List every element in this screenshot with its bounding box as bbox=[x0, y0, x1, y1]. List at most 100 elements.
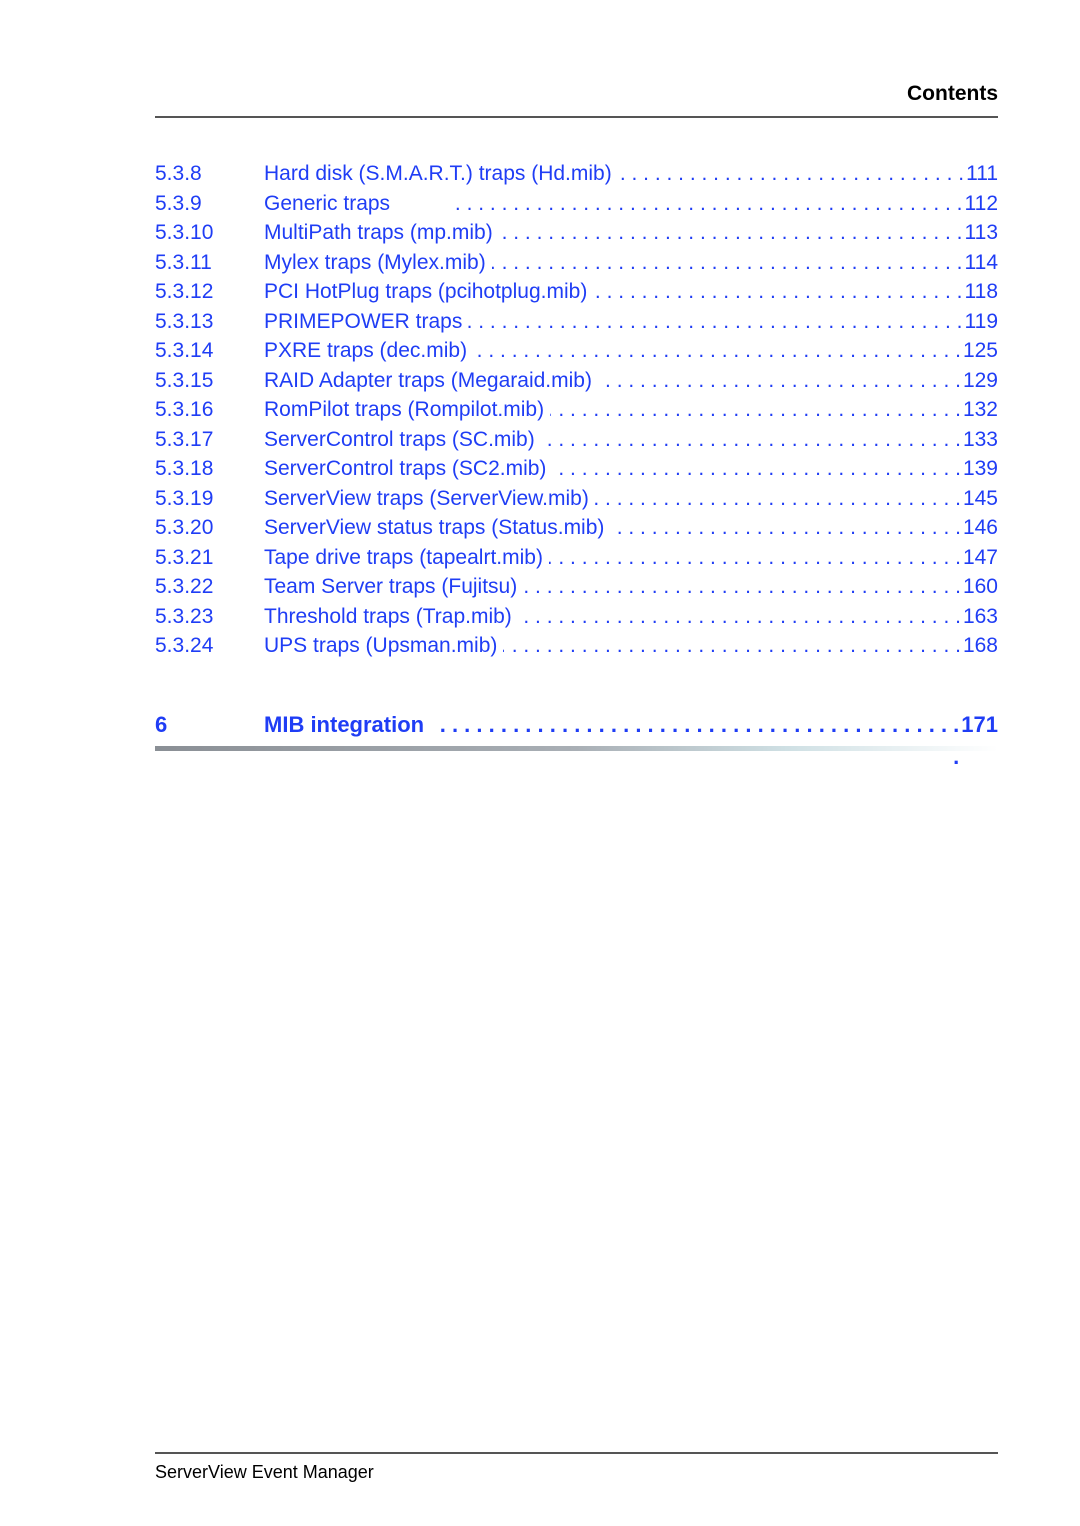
toc-entry-title[interactable]: Mylex traps (Mylex.mib) bbox=[264, 247, 492, 277]
toc-entry[interactable]: 5.3.24 UPS traps (Upsman.mib). . . . . . … bbox=[155, 631, 998, 661]
toc-entry-page[interactable]: 146 bbox=[961, 513, 998, 543]
toc-leader-dots: . . . . . . . . . . . . . . . . . . . . … bbox=[552, 454, 961, 484]
toc-entry-number: 5.3.17 bbox=[155, 427, 214, 451]
toc-leader-text: . . . . . . . . . . . . . . . . . . . . … bbox=[552, 457, 961, 480]
toc-entry-number: 5.3.18 bbox=[155, 457, 214, 480]
toc-entry[interactable]: 5.3.18 ServerControl traps (SC2.mib). . .… bbox=[155, 454, 998, 484]
toc-entry-number: 5.3.10 bbox=[155, 221, 214, 244]
toc-entry-page[interactable]: 147 bbox=[961, 543, 998, 573]
toc-leader-text: . . . . . . . . . . . . . . . . . . . . … bbox=[618, 162, 965, 185]
toc-entry-number: 5.3.23 bbox=[155, 604, 214, 628]
toc-leader-text: . . . . . . . . . . . . . . . . . . . . … bbox=[598, 368, 961, 392]
toc-entry[interactable]: 5.3.16 RomPilot traps (Rompilot.mib). . .… bbox=[155, 395, 998, 425]
toc-chapter-entry[interactable]: 6 MIB integration . . . . . . . . . . . … bbox=[155, 709, 998, 773]
toc-entry-title[interactable]: PCI HotPlug traps (pcihotplug.mib) bbox=[264, 277, 594, 307]
toc-entry-page[interactable]: 119 bbox=[963, 307, 998, 337]
page-header-title: Contents bbox=[907, 82, 998, 105]
toc-entry-title[interactable]: Generic traps bbox=[264, 188, 397, 218]
toc-entry[interactable]: 5.3.8 Hard disk (S.M.A.R.T.) traps (Hd.mi… bbox=[155, 159, 998, 189]
toc-entry[interactable]: 5.3.20 ServerView status traps (Status.mi… bbox=[155, 513, 998, 543]
toc-entry-title[interactable]: UPS traps (Upsman.mib) bbox=[264, 631, 504, 661]
header-divider bbox=[155, 116, 998, 118]
toc-entry[interactable]: 5.3.10 MultiPath traps (mp.mib). . . . . … bbox=[155, 218, 998, 248]
toc-entry[interactable]: 5.3.15 RAID Adapter traps (Megaraid.mib).… bbox=[155, 365, 998, 396]
toc-entry-page[interactable]: 112 bbox=[963, 189, 998, 219]
toc-entry-title[interactable]: Hard disk (S.M.A.R.T.) traps (Hd.mib) bbox=[264, 159, 618, 189]
toc-entry-page[interactable]: 125 bbox=[961, 336, 998, 366]
toc-leader-text: . . . . . . . . . . . . . . . . . . . . … bbox=[498, 221, 963, 244]
toc-entry-page[interactable]: 114 bbox=[963, 248, 998, 278]
toc-entry-title[interactable]: ServerView status traps (Status.mib) bbox=[264, 513, 611, 543]
toc-entry-number: 5.3.9 bbox=[155, 191, 202, 215]
toc-entry-page[interactable]: 168 bbox=[961, 631, 998, 661]
toc-entry[interactable]: 5.3.19 ServerView traps (ServerView.mib).… bbox=[155, 483, 998, 514]
toc-entry-title[interactable]: RomPilot traps (Rompilot.mib) bbox=[264, 395, 551, 425]
toc-entry[interactable]: 5.3.23 Threshold traps (Trap.mib). . . . … bbox=[155, 601, 998, 632]
toc-entry-title[interactable]: ServerControl traps (SC.mib) bbox=[264, 424, 541, 454]
toc-entry-number: 5.3.15 bbox=[155, 368, 214, 392]
toc-entry-title[interactable]: PXRE traps (dec.mib) bbox=[264, 336, 474, 366]
toc-leader-text: . . . . . . . . . . . . . . . . . . . . … bbox=[550, 398, 961, 421]
toc-leader-text: . . . . . . . . . . . . . . . . . . . . … bbox=[503, 634, 961, 657]
toc-entry-number: 5.3.12 bbox=[155, 280, 214, 303]
toc-entry-title[interactable]: ServerControl traps (SC2.mib) bbox=[264, 454, 553, 484]
toc-entry-page[interactable]: 118 bbox=[963, 277, 998, 307]
toc-entry[interactable]: 5.3.9 Generic traps . . . . . . . . . . . … bbox=[155, 188, 998, 219]
toc-leader-dots: . . . . . . . . . . . . . . . . . . . . … bbox=[550, 395, 961, 425]
toc-entry-title[interactable]: MultiPath traps (mp.mib) bbox=[264, 218, 499, 248]
toc-entry-number: 5.3.8 bbox=[155, 162, 202, 185]
toc-entry-title[interactable]: Team Server traps (Fujitsu) bbox=[264, 572, 524, 602]
toc-entry-title[interactable]: ServerView traps (ServerView.mib) bbox=[264, 483, 595, 513]
toc-entry-number: 5.3.21 bbox=[155, 545, 214, 569]
toc-entry[interactable]: 5.3.22 Team Server traps (Fujitsu). . . .… bbox=[155, 572, 998, 602]
toc-leader-text: . . . . . . . . . . . . . . . . . . . . … bbox=[610, 516, 961, 539]
toc-leader-text: . . . . . . . . . . . . . . . . . . . . … bbox=[595, 486, 961, 510]
toc-leader-dots: . . . . . . . . . . . . . . . . . . . . … bbox=[430, 709, 960, 773]
toc-leader-dots: . . . . . . . . . . . . . . . . . . . . … bbox=[473, 336, 961, 366]
toc-leader-dots: . . . . . . . . . . . . . . . . . . . . … bbox=[503, 631, 961, 661]
toc-entry-title[interactable]: RAID Adapter traps (Megaraid.mib) bbox=[264, 365, 598, 395]
toc-entry-number: 5.3.19 bbox=[155, 486, 214, 510]
toc-leader-dots: . . . . . . . . . . . . . . . . . . . . … bbox=[396, 189, 963, 219]
toc-leader-dots: . . . . . . . . . . . . . . . . . . . . … bbox=[610, 513, 961, 543]
toc-leader-dots: . . . . . . . . . . . . . . . . . . . . … bbox=[499, 218, 963, 248]
toc-leader-dots: . . . . . . . . . . . . . . . . . . . . … bbox=[492, 248, 963, 278]
toc-entry[interactable]: 5.3.21 Tape drive traps (tapealrt.mib). .… bbox=[155, 542, 998, 573]
toc-leader-dots: . . . . . . . . . . . . . . . . . . . . … bbox=[518, 602, 961, 632]
toc-leader-text: . . . . . . . . . . . . . . . . . . . . … bbox=[541, 427, 961, 451]
footer-text: ServerView Event Manager bbox=[155, 1462, 374, 1482]
chapter-divider bbox=[155, 746, 998, 751]
toc-leader-text: . . . . . . . . . . . . . . . . . . . . … bbox=[593, 280, 963, 303]
toc-entry-number: 5.3.20 bbox=[155, 516, 214, 539]
toc-entry[interactable]: 5.3.13 PRIMEPOWER traps. . . . . . . . . … bbox=[155, 306, 998, 337]
toc-entry[interactable]: 5.3.14 PXRE traps (dec.mib). . . . . . . … bbox=[155, 336, 998, 366]
toc-chapter-title[interactable]: MIB integration bbox=[264, 709, 431, 773]
toc-leader-text: . . . . . . . . . . . . . . . . . . . . … bbox=[523, 575, 961, 598]
toc-leader-dots: . . . . . . . . . . . . . . . . . . . . … bbox=[618, 159, 964, 189]
toc-entry-page[interactable]: 145 bbox=[961, 484, 998, 514]
toc-entry-page[interactable]: 139 bbox=[961, 454, 998, 484]
toc-leader-text: . . . . . . . . . . . . . . . . . . . . … bbox=[518, 604, 961, 628]
toc-entry-number: 5.3.22 bbox=[155, 575, 214, 598]
toc-leader-text: . . . . . . . . . . . . . . . . . . . . … bbox=[549, 545, 961, 569]
toc-entry-page[interactable]: 113 bbox=[963, 218, 998, 248]
toc-chapter-page[interactable]: 171 bbox=[959, 709, 998, 773]
toc-entry[interactable]: 5.3.11 Mylex traps (Mylex.mib). . . . . .… bbox=[155, 247, 998, 278]
toc-entry-page[interactable]: 133 bbox=[961, 425, 998, 455]
toc-entry-title[interactable]: Tape drive traps (tapealrt.mib) bbox=[264, 542, 549, 572]
toc-entry-title[interactable]: Threshold traps (Trap.mib) bbox=[264, 601, 518, 631]
toc-entry-page[interactable]: 129 bbox=[961, 366, 998, 396]
toc-entry-title[interactable]: PRIMEPOWER traps bbox=[264, 306, 469, 336]
toc-entry-page[interactable]: 160 bbox=[961, 572, 998, 602]
toc-entry-page[interactable]: 111 bbox=[964, 159, 998, 189]
toc-leader-text: . . . . . . . . . . . . . . . . . . . . … bbox=[454, 191, 963, 215]
toc-entry-number: 5.3.24 bbox=[155, 634, 214, 657]
toc-entry-page[interactable]: 163 bbox=[961, 602, 998, 632]
toc-entry[interactable]: 5.3.12 PCI HotPlug traps (pcihotplug.mib)… bbox=[155, 277, 998, 307]
toc-leader-dots: . . . . . . . . . . . . . . . . . . . . … bbox=[541, 425, 961, 455]
toc-leader-dots: . . . . . . . . . . . . . . . . . . . . … bbox=[468, 307, 962, 337]
toc-entry-page[interactable]: 132 bbox=[961, 395, 998, 425]
toc-leader-dots: . . . . . . . . . . . . . . . . . . . . … bbox=[593, 277, 962, 307]
toc-entry[interactable]: 5.3.17 ServerControl traps (SC.mib). . . … bbox=[155, 424, 998, 455]
toc-chapter-number: 6 bbox=[155, 712, 168, 737]
